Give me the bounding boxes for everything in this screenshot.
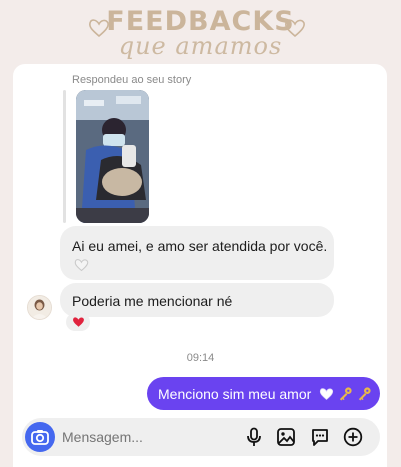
message-timestamp: 09:14	[186, 352, 215, 364]
camera-icon	[31, 430, 49, 445]
message-text: Poderia me mencionar né	[72, 293, 233, 309]
received-message-2[interactable]: Poderia me mencionar né	[60, 283, 334, 317]
message-composer	[22, 418, 380, 456]
sticker-icon[interactable]	[310, 427, 330, 447]
message-text: Menciono sim meu amor	[158, 385, 312, 402]
white-heart-icon	[320, 387, 334, 400]
message-text: Ai eu amei, e amo ser atendida por você.	[72, 238, 328, 254]
contact-avatar[interactable]	[27, 295, 52, 320]
key-icon	[340, 387, 352, 401]
image-icon[interactable]	[276, 427, 296, 447]
outline-heart-right-icon	[285, 19, 305, 38]
received-message-1[interactable]: Ai eu amei, e amo ser atendida por você.	[60, 226, 334, 280]
reaction-red-heart-icon[interactable]	[66, 313, 90, 331]
sent-message[interactable]: Menciono sim meu amor	[147, 377, 380, 410]
story-photo	[76, 90, 149, 223]
banner-subtitle: que amamos	[118, 32, 283, 60]
message-input[interactable]	[58, 424, 236, 450]
microphone-icon[interactable]	[244, 427, 264, 447]
header-banner: FEEDBACKS que amamos	[0, 0, 401, 64]
reaction-white-heart-icon[interactable]	[70, 256, 92, 274]
key-icon	[359, 387, 371, 401]
story-reply-label: Respondeu ao seu story	[72, 74, 192, 86]
story-thumbnail[interactable]	[76, 90, 149, 223]
camera-button[interactable]	[25, 422, 55, 452]
story-quote-bar	[63, 90, 66, 223]
add-icon[interactable]	[343, 427, 363, 447]
